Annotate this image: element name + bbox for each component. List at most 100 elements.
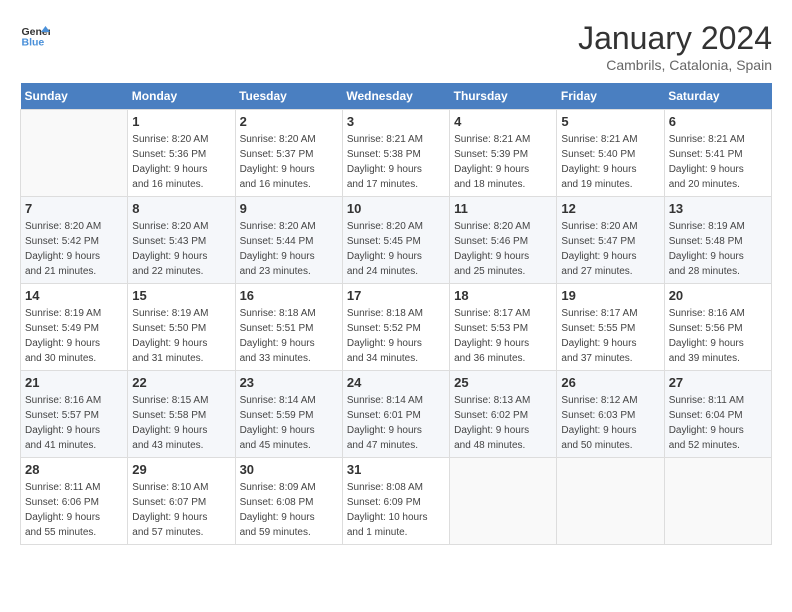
day-info: Sunrise: 8:10 AMSunset: 6:07 PMDaylight:… (132, 480, 230, 540)
day-number: 10 (347, 201, 445, 216)
calendar-cell: 12Sunrise: 8:20 AMSunset: 5:47 PMDayligh… (557, 197, 664, 284)
day-info: Sunrise: 8:20 AMSunset: 5:45 PMDaylight:… (347, 219, 445, 279)
title-block: January 2024 Cambrils, Catalonia, Spain (578, 20, 772, 73)
day-number: 1 (132, 114, 230, 129)
calendar-cell: 2 Sunrise: 8:20 AMSunset: 5:37 PMDaylight… (235, 110, 342, 197)
header-day-monday: Monday (128, 83, 235, 110)
day-info: Sunrise: 8:17 AMSunset: 5:55 PMDaylight:… (561, 306, 659, 366)
day-number: 18 (454, 288, 552, 303)
header-row: SundayMondayTuesdayWednesdayThursdayFrid… (21, 83, 772, 110)
day-number: 23 (240, 375, 338, 390)
header-day-wednesday: Wednesday (342, 83, 449, 110)
calendar-cell: 26 Sunrise: 8:12 AMSunset: 6:03 PMDayligh… (557, 371, 664, 458)
logo-icon: General Blue (20, 20, 50, 50)
week-row-1: 7Sunrise: 8:20 AMSunset: 5:42 PMDaylight… (21, 197, 772, 284)
day-info: Sunrise: 8:08 AMSunset: 6:09 PMDaylight:… (347, 480, 445, 540)
day-info: Sunrise: 8:14 AMSunset: 5:59 PMDaylight:… (240, 393, 338, 453)
calendar-cell: 8 Sunrise: 8:20 AMSunset: 5:43 PMDaylight… (128, 197, 235, 284)
day-info: Sunrise: 8:14 AMSunset: 6:01 PMDaylight:… (347, 393, 445, 453)
day-info: Sunrise: 8:21 AMSunset: 5:38 PMDaylight:… (347, 132, 445, 192)
day-number: 14 (25, 288, 123, 303)
calendar-cell: 20 Sunrise: 8:16 AMSunset: 5:56 PMDayligh… (664, 284, 771, 371)
day-number: 22 (132, 375, 230, 390)
calendar-cell: 10 Sunrise: 8:20 AMSunset: 5:45 PMDayligh… (342, 197, 449, 284)
calendar-cell: 7Sunrise: 8:20 AMSunset: 5:42 PMDaylight… (21, 197, 128, 284)
calendar-cell: 4Sunrise: 8:21 AMSunset: 5:39 PMDaylight… (450, 110, 557, 197)
calendar-cell: 18 Sunrise: 8:17 AMSunset: 5:53 PMDayligh… (450, 284, 557, 371)
calendar-cell: 9 Sunrise: 8:20 AMSunset: 5:44 PMDaylight… (235, 197, 342, 284)
calendar-cell (664, 458, 771, 545)
day-info: Sunrise: 8:20 AMSunset: 5:36 PMDaylight:… (132, 132, 230, 192)
day-info: Sunrise: 8:15 AMSunset: 5:58 PMDaylight:… (132, 393, 230, 453)
header-day-thursday: Thursday (450, 83, 557, 110)
calendar-cell: 24Sunrise: 8:14 AMSunset: 6:01 PMDayligh… (342, 371, 449, 458)
location-subtitle: Cambrils, Catalonia, Spain (578, 57, 772, 73)
header-day-tuesday: Tuesday (235, 83, 342, 110)
calendar-cell (21, 110, 128, 197)
calendar-cell: 1 Sunrise: 8:20 AMSunset: 5:36 PMDaylight… (128, 110, 235, 197)
day-info: Sunrise: 8:19 AMSunset: 5:48 PMDaylight:… (669, 219, 767, 279)
calendar-cell: 3 Sunrise: 8:21 AMSunset: 5:38 PMDaylight… (342, 110, 449, 197)
header-day-sunday: Sunday (21, 83, 128, 110)
day-number: 17 (347, 288, 445, 303)
day-number: 28 (25, 462, 123, 477)
calendar-cell: 25Sunrise: 8:13 AMSunset: 6:02 PMDayligh… (450, 371, 557, 458)
day-number: 13 (669, 201, 767, 216)
week-row-3: 21Sunrise: 8:16 AMSunset: 5:57 PMDayligh… (21, 371, 772, 458)
calendar-cell: 19Sunrise: 8:17 AMSunset: 5:55 PMDayligh… (557, 284, 664, 371)
svg-text:Blue: Blue (22, 37, 45, 49)
calendar-cell: 29Sunrise: 8:10 AMSunset: 6:07 PMDayligh… (128, 458, 235, 545)
week-row-2: 14Sunrise: 8:19 AMSunset: 5:49 PMDayligh… (21, 284, 772, 371)
calendar-cell: 5 Sunrise: 8:21 AMSunset: 5:40 PMDaylight… (557, 110, 664, 197)
calendar-cell: 22 Sunrise: 8:15 AMSunset: 5:58 PMDayligh… (128, 371, 235, 458)
day-number: 2 (240, 114, 338, 129)
day-info: Sunrise: 8:20 AMSunset: 5:37 PMDaylight:… (240, 132, 338, 192)
day-info: Sunrise: 8:19 AMSunset: 5:50 PMDaylight:… (132, 306, 230, 366)
day-info: Sunrise: 8:12 AMSunset: 6:03 PMDaylight:… (561, 393, 659, 453)
day-info: Sunrise: 8:20 AMSunset: 5:43 PMDaylight:… (132, 219, 230, 279)
day-number: 15 (132, 288, 230, 303)
day-info: Sunrise: 8:09 AMSunset: 6:08 PMDaylight:… (240, 480, 338, 540)
day-number: 30 (240, 462, 338, 477)
calendar-cell: 6 Sunrise: 8:21 AMSunset: 5:41 PMDaylight… (664, 110, 771, 197)
week-row-4: 28 Sunrise: 8:11 AMSunset: 6:06 PMDayligh… (21, 458, 772, 545)
day-info: Sunrise: 8:21 AMSunset: 5:40 PMDaylight:… (561, 132, 659, 192)
calendar-cell: 28 Sunrise: 8:11 AMSunset: 6:06 PMDayligh… (21, 458, 128, 545)
calendar-cell: 14Sunrise: 8:19 AMSunset: 5:49 PMDayligh… (21, 284, 128, 371)
day-info: Sunrise: 8:11 AMSunset: 6:06 PMDaylight:… (25, 480, 123, 540)
month-title: January 2024 (578, 20, 772, 57)
day-number: 8 (132, 201, 230, 216)
day-number: 9 (240, 201, 338, 216)
logo: General Blue (20, 20, 50, 50)
calendar-table: SundayMondayTuesdayWednesdayThursdayFrid… (20, 83, 772, 545)
calendar-cell: 17Sunrise: 8:18 AMSunset: 5:52 PMDayligh… (342, 284, 449, 371)
header-day-saturday: Saturday (664, 83, 771, 110)
calendar-cell: 30 Sunrise: 8:09 AMSunset: 6:08 PMDayligh… (235, 458, 342, 545)
day-info: Sunrise: 8:18 AMSunset: 5:51 PMDaylight:… (240, 306, 338, 366)
header-day-friday: Friday (557, 83, 664, 110)
day-info: Sunrise: 8:20 AMSunset: 5:46 PMDaylight:… (454, 219, 552, 279)
day-number: 26 (561, 375, 659, 390)
week-row-0: 1 Sunrise: 8:20 AMSunset: 5:36 PMDaylight… (21, 110, 772, 197)
day-number: 4 (454, 114, 552, 129)
day-info: Sunrise: 8:16 AMSunset: 5:56 PMDaylight:… (669, 306, 767, 366)
day-info: Sunrise: 8:17 AMSunset: 5:53 PMDaylight:… (454, 306, 552, 366)
day-info: Sunrise: 8:20 AMSunset: 5:44 PMDaylight:… (240, 219, 338, 279)
day-number: 27 (669, 375, 767, 390)
day-number: 6 (669, 114, 767, 129)
calendar-cell: 11 Sunrise: 8:20 AMSunset: 5:46 PMDayligh… (450, 197, 557, 284)
day-info: Sunrise: 8:20 AMSunset: 5:42 PMDaylight:… (25, 219, 123, 279)
day-number: 16 (240, 288, 338, 303)
day-number: 12 (561, 201, 659, 216)
day-number: 20 (669, 288, 767, 303)
day-number: 21 (25, 375, 123, 390)
calendar-cell: 16 Sunrise: 8:18 AMSunset: 5:51 PMDayligh… (235, 284, 342, 371)
day-number: 3 (347, 114, 445, 129)
calendar-cell: 13 Sunrise: 8:19 AMSunset: 5:48 PMDayligh… (664, 197, 771, 284)
day-info: Sunrise: 8:21 AMSunset: 5:41 PMDaylight:… (669, 132, 767, 192)
calendar-header: SundayMondayTuesdayWednesdayThursdayFrid… (21, 83, 772, 110)
day-number: 11 (454, 201, 552, 216)
day-number: 31 (347, 462, 445, 477)
day-number: 5 (561, 114, 659, 129)
calendar-cell: 21Sunrise: 8:16 AMSunset: 5:57 PMDayligh… (21, 371, 128, 458)
